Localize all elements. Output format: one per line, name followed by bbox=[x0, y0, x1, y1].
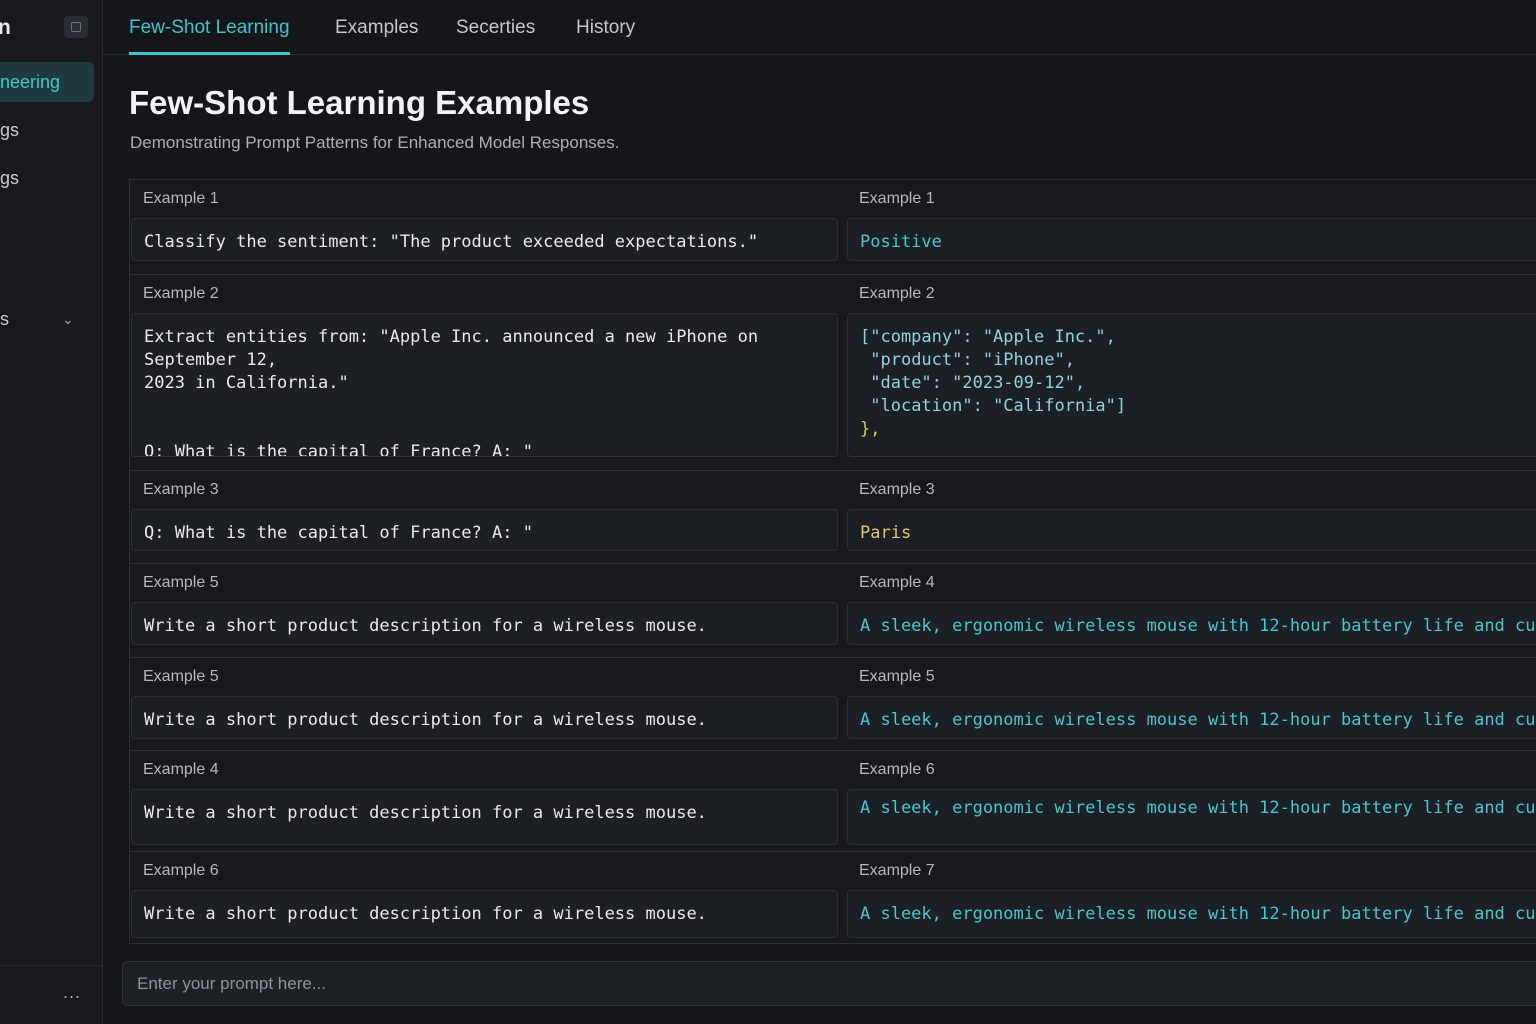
prompt-box bbox=[122, 961, 1536, 1006]
example-input-text[interactable]: Write a short product description for a … bbox=[131, 602, 838, 645]
example-output-text[interactable]: A sleek, ergonomic wireless mouse with 1… bbox=[847, 789, 1536, 845]
example-label: Example 6 bbox=[859, 761, 935, 778]
example-output-cell: Example 3 Paris bbox=[846, 471, 1536, 557]
example-label: Example 6 bbox=[143, 862, 219, 879]
example-input-cell: Example 4 Write a short product descript… bbox=[130, 751, 838, 851]
example-output-text[interactable]: Positive bbox=[847, 218, 1536, 261]
prompt-input[interactable] bbox=[123, 962, 1536, 1005]
example-output-json[interactable]: ["company": "Apple Inc.", "product": "iP… bbox=[847, 313, 1536, 457]
example-row: Example 4 Write a short product descript… bbox=[130, 750, 1536, 851]
example-row: Example 2 Extract entities from: "Apple … bbox=[130, 274, 1536, 463]
sidebar: n neering gs gs s ⌄ ... bbox=[0, 0, 103, 1024]
tab-history[interactable]: History bbox=[576, 0, 635, 54]
example-label: Example 2 bbox=[143, 285, 219, 302]
example-output-text[interactable]: A sleek, ergonomic wireless mouse with 1… bbox=[847, 890, 1536, 938]
examples-grid: Example 1 Classify the sentiment: "The p… bbox=[129, 179, 1536, 944]
sidebar-item-settings[interactable]: gs bbox=[0, 110, 94, 150]
example-input-text[interactable]: Extract entities from: "Apple Inc. annou… bbox=[131, 313, 838, 457]
json-line: "location": "California"] bbox=[860, 396, 1127, 416]
sidebar-title: n bbox=[0, 16, 11, 40]
example-row: Example 5 Write a short product descript… bbox=[130, 563, 1536, 651]
example-input-cell: Example 1 Classify the sentiment: "The p… bbox=[130, 180, 838, 267]
chevron-down-icon[interactable]: ⌄ bbox=[62, 311, 74, 328]
json-line: "product": "iPhone", bbox=[860, 350, 1075, 370]
sidebar-item-engineering[interactable]: neering bbox=[0, 62, 94, 102]
sidebar-collapse-icon[interactable] bbox=[64, 16, 88, 38]
example-label: Example 4 bbox=[143, 761, 219, 778]
example-output-text[interactable]: A sleek, ergonomic wireless mouse with 1… bbox=[847, 696, 1536, 739]
example-input-cell: Example 2 Extract entities from: "Apple … bbox=[130, 275, 838, 463]
sidebar-item-logs[interactable]: gs bbox=[0, 158, 94, 198]
example-input-text[interactable]: Classify the sentiment: "The product exc… bbox=[131, 218, 838, 261]
json-line: ["company": "Apple Inc.", bbox=[860, 327, 1116, 347]
example-label: Example 5 bbox=[859, 668, 935, 685]
tab-secerties[interactable]: Secerties bbox=[456, 0, 535, 54]
example-output-cell: Example 7 A sleek, ergonomic wireless mo… bbox=[846, 852, 1536, 943]
example-label: Example 4 bbox=[859, 574, 935, 591]
example-row: Example 6 Write a short product descript… bbox=[130, 851, 1536, 943]
example-label: Example 3 bbox=[143, 481, 219, 498]
example-row: Example 5 Write a short product descript… bbox=[130, 657, 1536, 745]
example-label: Example 7 bbox=[859, 862, 935, 879]
example-input-cell: Example 5 Write a short product descript… bbox=[130, 658, 838, 745]
json-line: }, bbox=[860, 419, 881, 439]
sidebar-divider bbox=[0, 965, 102, 966]
example-label: Example 2 bbox=[859, 285, 935, 302]
example-input-cell: Example 6 Write a short product descript… bbox=[130, 852, 838, 943]
json-line: "date": "2023-09-12", bbox=[860, 373, 1086, 393]
more-options-icon[interactable]: ... bbox=[63, 982, 81, 1003]
sidebar-item-group[interactable]: s bbox=[0, 299, 94, 339]
example-output-text[interactable]: A sleek, ergonomic wireless mouse with 1… bbox=[847, 602, 1536, 645]
example-output-cell: Example 4 A sleek, ergonomic wireless mo… bbox=[846, 564, 1536, 651]
example-row: Example 3 Q: What is the capital of Fran… bbox=[130, 470, 1536, 557]
example-label: Example 5 bbox=[143, 668, 219, 685]
page-title: Few-Shot Learning Examples bbox=[129, 84, 590, 121]
tab-examples[interactable]: Examples bbox=[335, 0, 418, 54]
tab-bar: Few-Shot Learning Examples Secerties His… bbox=[103, 0, 1536, 55]
example-output-cell: Example 2 ["company": "Apple Inc.", "pro… bbox=[846, 275, 1536, 463]
example-label: Example 1 bbox=[143, 190, 219, 207]
example-input-cell: Example 5 Write a short product descript… bbox=[130, 564, 838, 651]
example-output-text[interactable]: Paris bbox=[847, 509, 1536, 551]
example-label: Example 1 bbox=[859, 190, 935, 207]
example-input-text[interactable]: Write a short product description for a … bbox=[131, 696, 838, 739]
example-input-text[interactable]: Q: What is the capital of France? A: " bbox=[131, 509, 838, 551]
example-input-cell: Example 3 Q: What is the capital of Fran… bbox=[130, 471, 838, 557]
example-label: Example 5 bbox=[143, 574, 219, 591]
example-output-cell: Example 1 Positive bbox=[846, 180, 1536, 267]
tab-few-shot-learning[interactable]: Few-Shot Learning bbox=[129, 0, 290, 55]
example-input-text[interactable]: Write a short product description for a … bbox=[131, 890, 838, 938]
example-output-cell: Example 5 A sleek, ergonomic wireless mo… bbox=[846, 658, 1536, 745]
page-subtitle: Demonstrating Prompt Patterns for Enhanc… bbox=[130, 133, 620, 152]
example-output-cell: Example 6 A sleek, ergonomic wireless mo… bbox=[846, 751, 1536, 851]
example-row: Example 1 Classify the sentiment: "The p… bbox=[130, 180, 1536, 267]
example-label: Example 3 bbox=[859, 481, 935, 498]
example-input-text[interactable]: Write a short product description for a … bbox=[131, 789, 838, 845]
